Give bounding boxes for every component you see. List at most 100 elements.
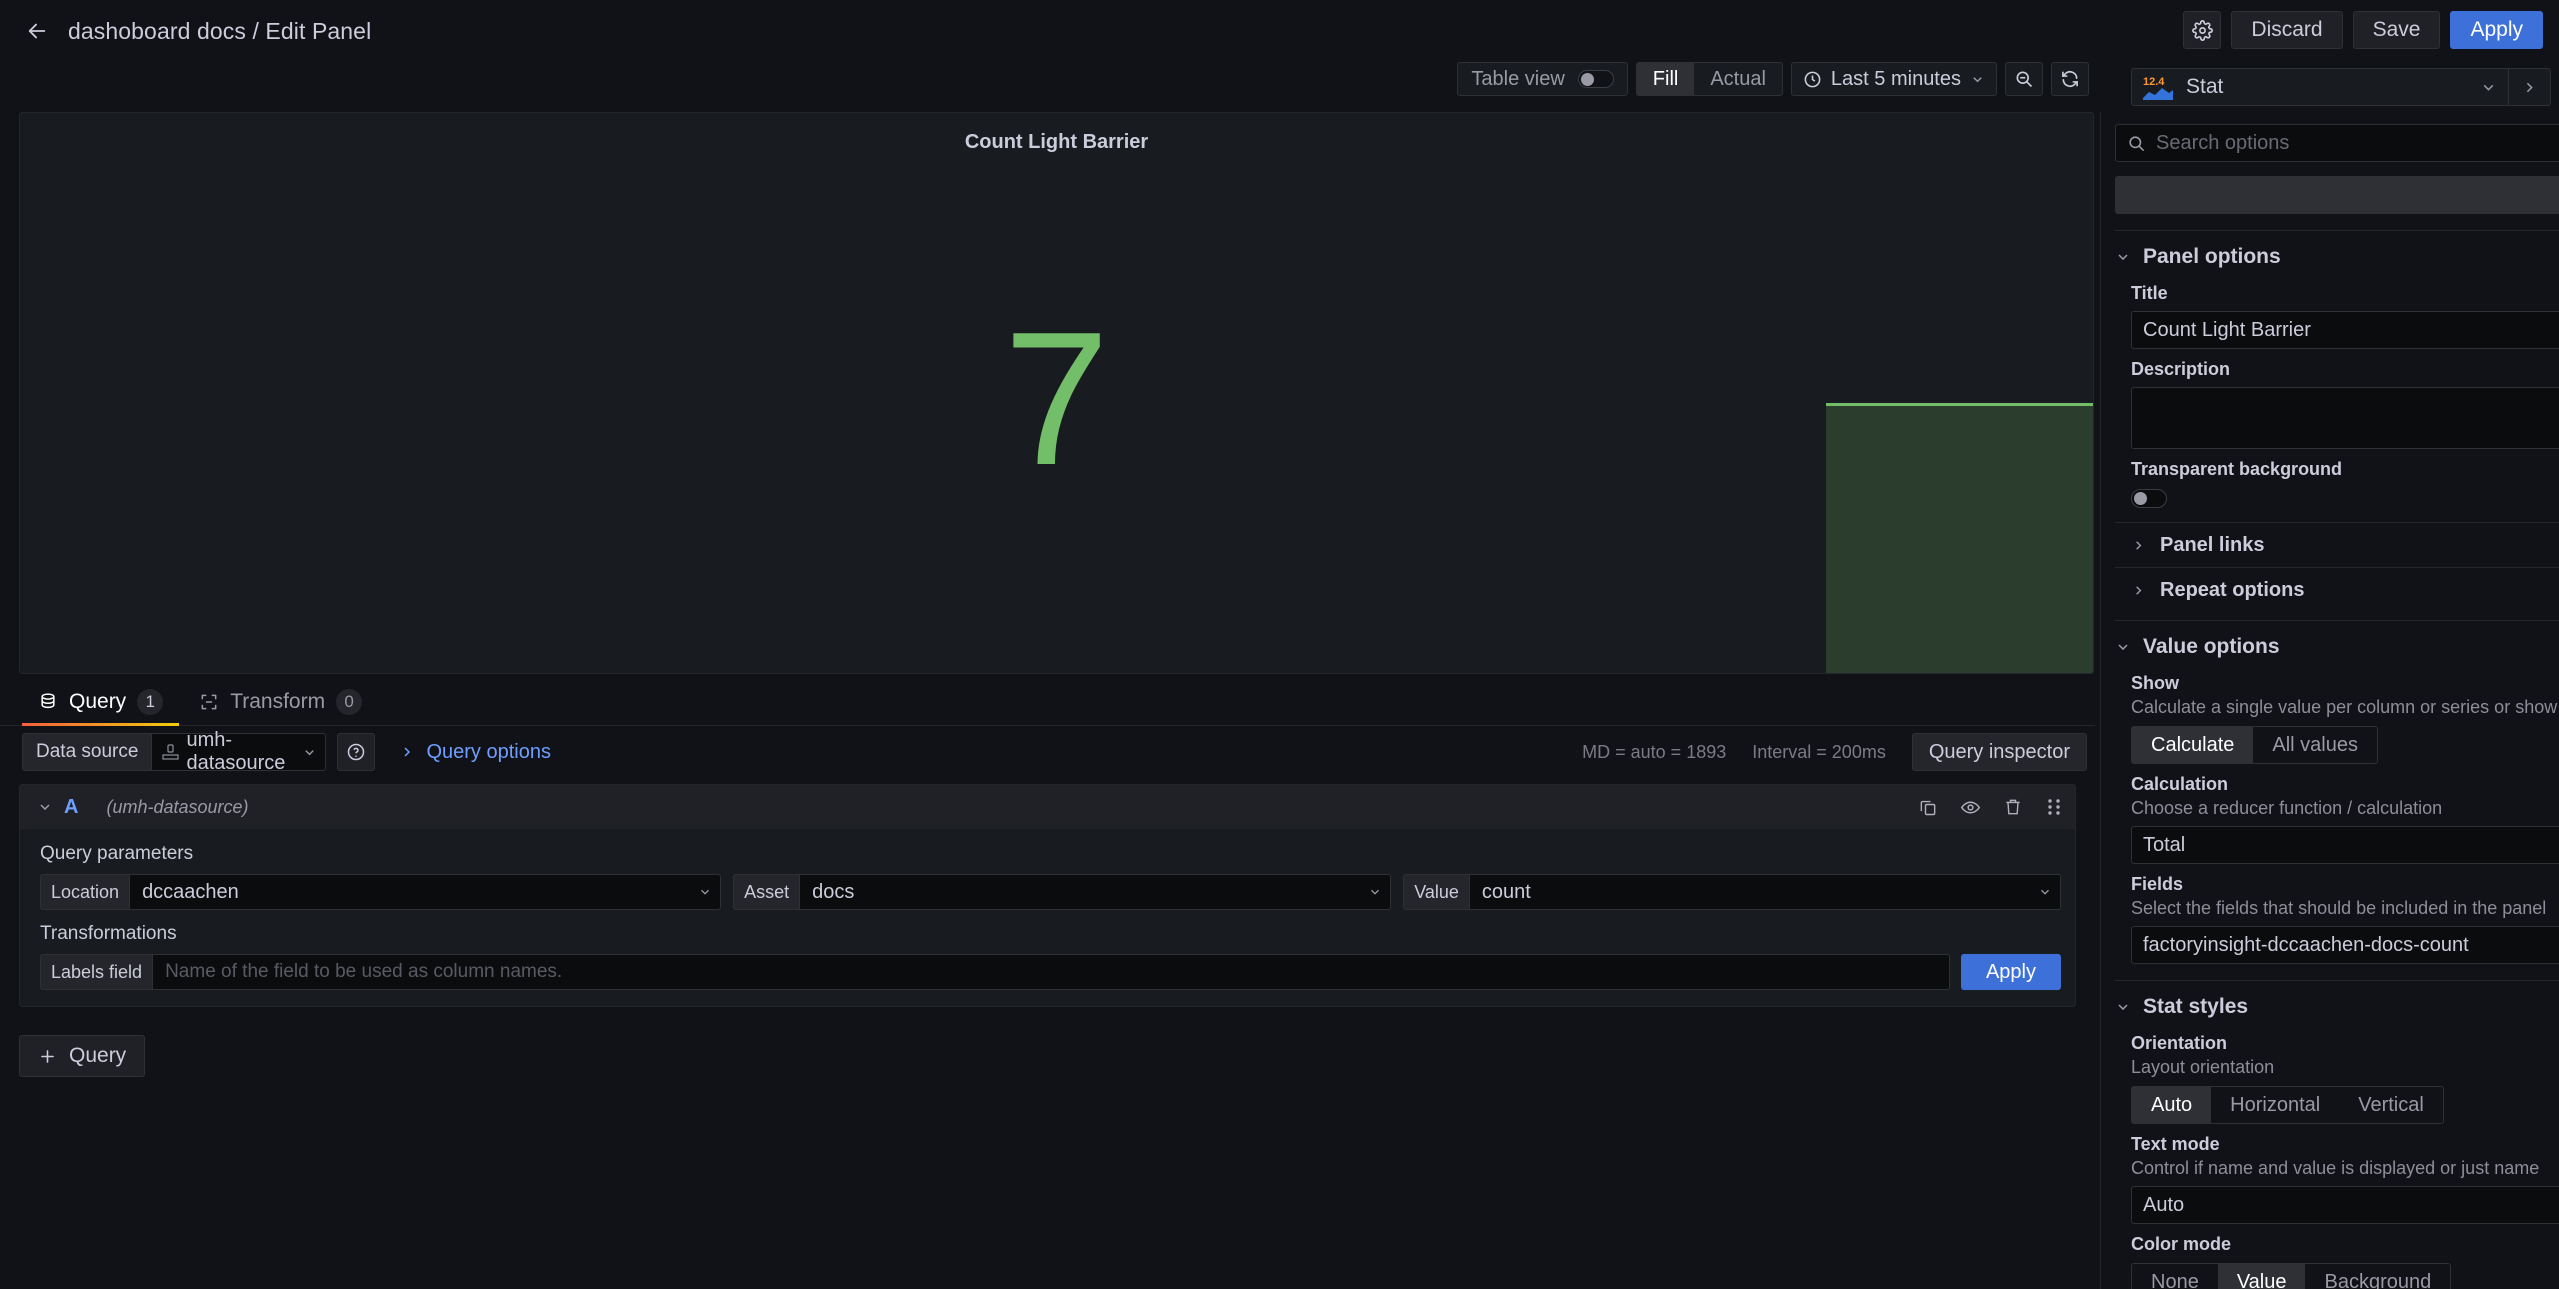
location-label: Location [40, 874, 130, 910]
zoom-out-icon [2016, 71, 2033, 88]
orientation-segmented-control: Auto Horizontal Vertical [2131, 1086, 2444, 1124]
query-row-a: A (umh-datasource) Query parameters Loca… [19, 784, 2076, 1007]
drag-handle-icon[interactable] [2045, 797, 2063, 817]
text-mode-value: Auto [2143, 1193, 2185, 1216]
fields-select[interactable]: factoryinsight-dccaachen-docs-count [2131, 926, 2559, 964]
actual-option[interactable]: Actual [1694, 63, 1782, 95]
transformations-apply-button[interactable]: Apply [1960, 954, 2061, 990]
section-value-options[interactable]: Value options [2115, 621, 2559, 663]
chevron-down-icon [2483, 84, 2493, 91]
query-options-toggle[interactable]: Query options [399, 741, 551, 764]
orientation-option-horizontal[interactable]: Horizontal [2211, 1087, 2339, 1123]
labels-field-row: Labels field Name of the field to be use… [40, 954, 2061, 990]
fields-label: Fields [2131, 874, 2184, 894]
field-fields: Fields Select the fields that should be … [2115, 864, 2559, 964]
hide-response-icon[interactable] [1960, 797, 1981, 818]
orientation-option-auto[interactable]: Auto [2132, 1087, 2212, 1123]
query-options-label: Query options [426, 740, 551, 763]
section-stat-styles-title: Stat styles [2143, 995, 2249, 1018]
chevron-down-icon [305, 749, 315, 755]
section-value-options-title: Value options [2143, 635, 2280, 658]
color-mode-option-background[interactable]: Background [2305, 1264, 2450, 1289]
tab-all[interactable]: All [2116, 177, 2559, 213]
breadcrumb: dashoboard docs / Edit Panel [68, 17, 372, 44]
fill-option[interactable]: Fill [1636, 63, 1695, 95]
query-ref-id[interactable]: A [64, 796, 78, 819]
chevron-right-icon [2136, 541, 2142, 550]
show-option-all-values[interactable]: All values [2253, 727, 2377, 763]
color-mode-option-none[interactable]: None [2132, 1264, 2218, 1289]
discard-button[interactable]: Discard [2231, 11, 2343, 49]
remove-query-icon[interactable] [2003, 797, 2023, 817]
viz-caret[interactable] [2468, 79, 2508, 96]
section-panel-options[interactable]: Panel options [2115, 231, 2559, 273]
field-orientation: Orientation Layout orientation Auto Hori… [2115, 1023, 2559, 1124]
back-button[interactable] [18, 12, 56, 50]
panel-title: Count Light Barrier [964, 131, 1149, 153]
refresh-button[interactable] [2051, 62, 2089, 96]
tab-query[interactable]: Query 1 [22, 678, 180, 726]
search-options-field[interactable]: Search options [2115, 124, 2559, 162]
value-label: Value [1403, 874, 1469, 910]
panel-description-textarea[interactable] [2131, 387, 2559, 449]
show-option-calculate[interactable]: Calculate [2132, 727, 2254, 763]
query-row-body: Query parameters Location dccaachen Asse… [20, 829, 2075, 1006]
save-button[interactable]: Save [2352, 11, 2441, 49]
panel-title-input[interactable]: Count Light Barrier [2131, 311, 2559, 349]
chevron-right-icon [2526, 82, 2533, 92]
viz-expand-button[interactable] [2508, 69, 2550, 105]
field-color-mode: Color mode None Value Background [2115, 1224, 2559, 1289]
fill-actual-group: Fill Actual [1635, 62, 1783, 96]
table-view-control[interactable]: Table view [1457, 62, 1628, 96]
calculation-description: Choose a reducer function / calculation [2131, 798, 2443, 818]
query-inspector-button[interactable]: Query inspector [1911, 733, 2087, 771]
duplicate-query-icon[interactable] [1918, 797, 1938, 817]
tab-query-label: Query [69, 689, 127, 713]
query-collapse-toggle[interactable] [34, 799, 56, 815]
asset-select[interactable]: docs [799, 874, 1392, 910]
color-mode-option-value[interactable]: Value [2217, 1264, 2306, 1289]
calculation-select[interactable]: Total [2131, 826, 2559, 864]
datasource-help-button[interactable] [337, 733, 376, 771]
eye-icon [1960, 801, 1981, 813]
location-select[interactable]: dccaachen [129, 874, 722, 910]
tab-transform[interactable]: Transform 0 [183, 678, 378, 725]
value-select[interactable]: count [1468, 874, 2061, 910]
panel-description-label: Description [2131, 359, 2231, 379]
repeat-options-title: Repeat options [2160, 579, 2305, 601]
color-mode-label: Color mode [2131, 1234, 2232, 1254]
section-repeat-options[interactable]: Repeat options [2115, 567, 2559, 612]
top-bar-actions: Discard Save Apply [2183, 11, 2543, 49]
tab-transform-badge: 0 [336, 688, 363, 715]
time-range-picker[interactable]: Last 5 minutes [1790, 62, 1997, 96]
search-options-placeholder: Search options [2156, 131, 2290, 154]
chevron-down-icon [2118, 644, 2128, 651]
panel-options-pane: Search options All Overrides Panel optio… [2100, 112, 2559, 1289]
apply-button[interactable]: Apply [2450, 11, 2543, 49]
question-circle-icon [348, 743, 365, 761]
transformations-label: Transformations [40, 923, 177, 944]
field-show: Show Calculate a single value per column… [2115, 663, 2559, 764]
table-view-toggle[interactable] [1577, 70, 1614, 88]
section-stat-styles[interactable]: Stat styles [2115, 981, 2559, 1023]
options-tabs: All Overrides [2115, 176, 2559, 214]
labels-field-placeholder: Name of the field to be used as column n… [165, 961, 563, 982]
toggle-knob [2134, 492, 2147, 505]
calculation-value: Total [2143, 833, 2186, 856]
section-panel-links[interactable]: Panel links [2115, 522, 2559, 567]
datasource-select[interactable]: umh-datasource [151, 729, 327, 774]
transparent-background-toggle[interactable] [2131, 489, 2167, 508]
field-panel-description: Description [2115, 349, 2559, 449]
text-mode-select[interactable]: Auto [2131, 1186, 2559, 1224]
labels-field-input[interactable]: Name of the field to be used as column n… [152, 954, 1950, 990]
database-icon [41, 692, 55, 708]
field-calculation: Calculation Choose a reducer function / … [2115, 764, 2559, 864]
zoom-out-button[interactable] [2005, 62, 2043, 96]
asset-label: Asset [733, 874, 800, 910]
orientation-option-vertical[interactable]: Vertical [2339, 1087, 2443, 1123]
field-panel-title: Title Count Light Barrier [2115, 273, 2559, 349]
panel-settings-button[interactable] [2183, 11, 2222, 49]
add-query-button[interactable]: Query [19, 1035, 146, 1077]
visualization-picker[interactable]: 12.4 Stat [2131, 68, 2551, 106]
show-description: Calculate a single value per column or s… [2131, 697, 2559, 717]
